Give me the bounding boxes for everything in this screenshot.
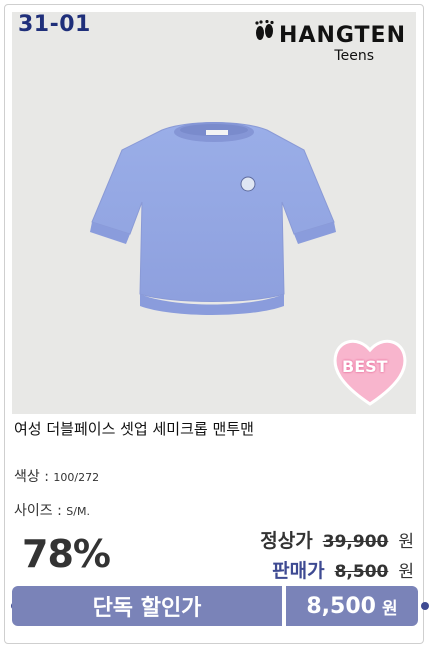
size-label: 사이즈 : — [14, 503, 62, 519]
sale-price-value: 8,500 — [334, 562, 389, 582]
sale-price-label: 판매가 — [272, 560, 325, 582]
color-row: 색상 : 100/272 — [14, 466, 99, 486]
brand-name: HANGTEN — [279, 22, 406, 48]
size-value: S/M. — [66, 505, 90, 518]
footprint-icon — [253, 19, 275, 50]
color-label: 색상 : — [14, 469, 49, 485]
sale-price-row: 판매가 8,500 원 — [272, 556, 414, 583]
product-code: 31-01 — [18, 12, 91, 37]
best-badge: BEST — [330, 330, 410, 410]
regular-price-value: 39,900 — [322, 532, 389, 552]
regular-price-currency: 원 — [398, 532, 414, 552]
brand-sub: Teens — [334, 48, 374, 64]
final-price-value: 8,500 — [306, 593, 376, 619]
regular-price-label: 정상가 — [260, 530, 313, 552]
discount-value: 78% — [22, 532, 111, 576]
size-row: 사이즈 : S/M. — [14, 500, 90, 520]
discount-rate: 78% — [22, 532, 111, 576]
sale-price-currency: 원 — [398, 562, 414, 582]
badge-label: BEST — [342, 357, 388, 376]
final-price-currency: 원 — [381, 598, 398, 619]
exclusive-label: 단독 할인가 — [92, 596, 202, 621]
final-price-button[interactable]: 8,500 원 — [286, 586, 418, 626]
right-dot — [421, 602, 429, 610]
color-value: 100/272 — [53, 471, 100, 484]
exclusive-discount-button[interactable]: 단독 할인가 — [12, 586, 282, 626]
regular-price-row: 정상가 39,900 원 — [260, 526, 414, 553]
brand-logo: HANGTEN Teens — [253, 19, 406, 64]
product-title[interactable]: 여성 더블페이스 셋업 세미크롭 맨투맨 — [14, 418, 254, 439]
exclusive-price-bar: 단독 할인가 8,500 원 — [12, 586, 418, 626]
